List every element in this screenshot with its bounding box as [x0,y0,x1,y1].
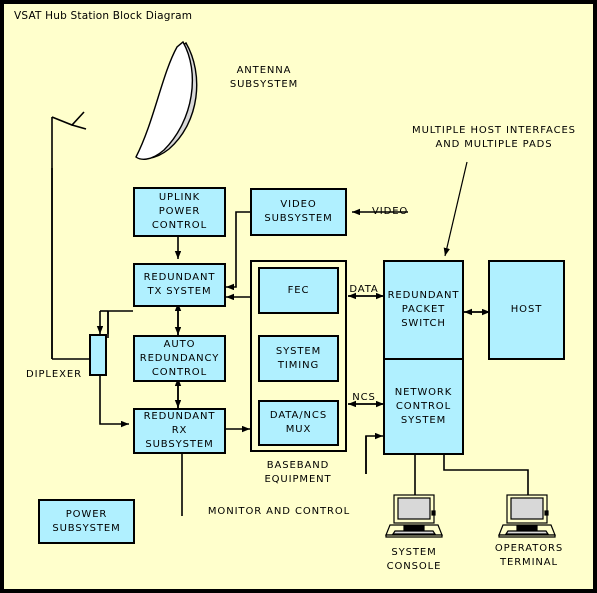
block-video-subsystem[interactable]: VIDEO SUBSYSTEM [250,188,347,236]
label-operators-terminal: OPERATORS TERMINAL [494,543,564,568]
label-baseband-equipment: BASEBAND EQUIPMENT [264,460,332,485]
label-ncs: NCS [352,392,376,403]
diagram-frame: VSAT Hub Station Block Diagram UPLINK PO… [0,0,597,593]
label-data: DATA [349,284,379,295]
computer-operators-terminal-icon [498,494,556,538]
label-multiple-host-interfaces: MULTIPLE HOST INTERFACES AND MULTIPLE PA… [412,125,576,150]
diagram-title: VSAT Hub Station Block Diagram [14,10,193,22]
label-system-console: SYSTEM CONSOLE [386,547,442,572]
block-fec[interactable]: FEC [258,267,339,314]
block-network-control-system[interactable]: NETWORK CONTROL SYSTEM [383,358,464,455]
label-antenna-subsystem: ANTENNA SUBSYSTEM [229,65,299,90]
block-data-ncs-mux[interactable]: DATA/NCS MUX [258,400,339,446]
label-video: VIDEO [372,206,409,217]
computer-system-console-icon [385,494,443,538]
block-diplexer[interactable] [89,334,107,376]
block-system-timing[interactable]: SYSTEM TIMING [258,335,339,382]
block-host[interactable]: HOST [488,260,565,360]
label-diplexer: DIPLEXER [26,369,82,380]
diagram-canvas: VSAT Hub Station Block Diagram UPLINK PO… [4,4,593,589]
block-redundant-tx-system[interactable]: REDUNDANT TX SYSTEM [133,263,226,307]
block-uplink-power-control[interactable]: UPLINK POWER CONTROL [133,187,226,237]
block-power-subsystem[interactable]: POWER SUBSYSTEM [38,499,135,544]
block-redundant-packet-switch[interactable]: REDUNDANT PACKET SWITCH [383,260,464,360]
block-auto-redundancy-control[interactable]: AUTO REDUNDANCY CONTROL [133,335,226,382]
block-redundant-rx-subsystem[interactable]: REDUNDANT RX SUBSYSTEM [133,408,226,454]
label-monitor-and-control: MONITOR AND CONTROL [207,506,351,517]
